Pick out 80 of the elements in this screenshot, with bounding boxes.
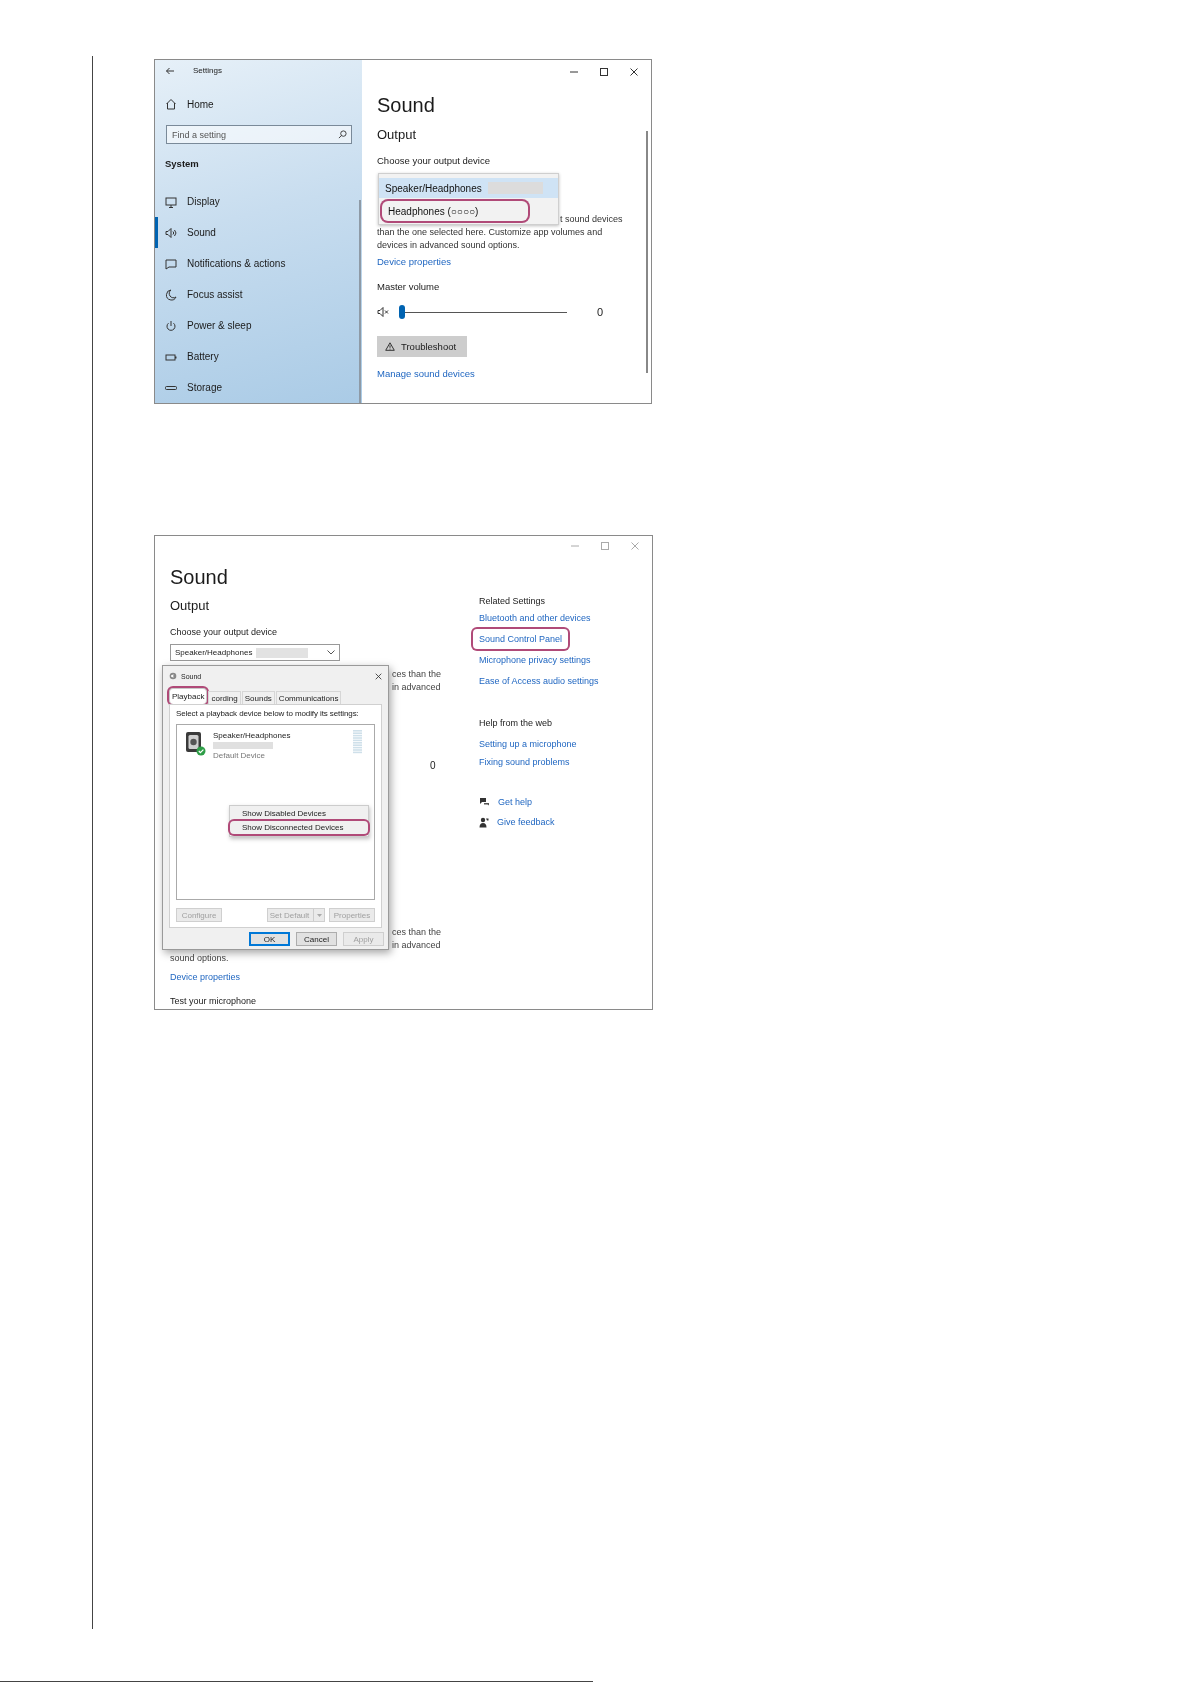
- close-icon[interactable]: [629, 67, 639, 77]
- moon-icon: [165, 288, 177, 301]
- tab[interactable]: cording: [208, 691, 241, 704]
- device-properties-link[interactable]: Device properties: [377, 255, 451, 269]
- tab[interactable]: Playback: [169, 688, 208, 704]
- volume-value: 0: [430, 759, 436, 772]
- settings-link[interactable]: Ease of Access audio settings: [479, 674, 599, 688]
- page-title: Sound: [170, 565, 228, 590]
- dropdown-option[interactable]: Headphones (○○○○): [382, 201, 528, 221]
- message-icon: [165, 257, 177, 270]
- field-label: Choose your output device: [377, 154, 491, 168]
- caret-icon: [317, 913, 323, 917]
- nav-item[interactable]: Battery: [155, 341, 362, 372]
- section-heading: Output: [170, 597, 210, 615]
- volume-value: 0: [597, 306, 604, 318]
- nav-item[interactable]: Notifications & actions: [155, 248, 362, 279]
- dropdown-option[interactable]: Speaker/Headphones: [379, 178, 558, 198]
- monitor-icon: [165, 195, 177, 208]
- home-icon: [165, 98, 177, 111]
- troubleshoot-button[interactable]: Troubleshoot: [377, 336, 467, 357]
- device-properties-link[interactable]: Device properties: [170, 970, 241, 984]
- tab[interactable]: Communications: [275, 691, 342, 704]
- redaction-bar: [213, 742, 273, 749]
- person-icon: [479, 816, 489, 828]
- muted-speaker-icon[interactable]: [377, 306, 389, 318]
- dialog-button[interactable]: Cancel: [296, 932, 337, 946]
- manage-devices-link[interactable]: Manage sound devices: [377, 367, 475, 381]
- description-text: devices in advanced sound options.: [377, 239, 520, 252]
- window-title: Settings: [193, 66, 222, 76]
- device-item[interactable]: Speaker/Headphones Default Device: [177, 725, 374, 766]
- help-link[interactable]: Get help: [498, 795, 533, 809]
- section-heading: System: [164, 157, 199, 171]
- description-text: t sound devices: [560, 213, 623, 226]
- description-text: ces than the: [392, 926, 442, 939]
- section-heading: Related Settings: [479, 595, 546, 608]
- description-text: in advanced: [392, 680, 441, 694]
- scrollbar[interactable]: [646, 131, 648, 373]
- tab[interactable]: Sounds: [241, 691, 275, 704]
- help-link[interactable]: Setting up a microphone: [479, 737, 577, 751]
- chat-icon: [479, 797, 490, 807]
- settings-link[interactable]: Sound Control Panel: [473, 629, 569, 649]
- close-icon[interactable]: [375, 672, 382, 680]
- description-text: in advanced: [392, 939, 441, 952]
- settings-link[interactable]: Bluetooth and other devices: [479, 611, 591, 625]
- menu-item[interactable]: Show Disconnected Devices: [230, 821, 368, 834]
- search-field[interactable]: Find a setting: [166, 125, 352, 144]
- warning-icon: [385, 342, 395, 351]
- field-label: Choose your output device: [170, 626, 278, 639]
- nav-item[interactable]: Display: [155, 186, 362, 217]
- chevron-down-icon: [327, 650, 335, 655]
- dialog-button[interactable]: OK: [249, 932, 290, 946]
- slider-thumb[interactable]: [399, 305, 405, 319]
- nav-item[interactable]: Power & sleep: [155, 310, 362, 341]
- field-label: Master volume: [377, 280, 440, 294]
- nav-item[interactable]: Focus assist: [155, 279, 362, 310]
- device-name: Speaker/Headphones: [213, 731, 291, 740]
- search-icon: [338, 130, 347, 139]
- level-meter-icon: [353, 730, 362, 754]
- back-arrow-icon[interactable]: [165, 66, 175, 75]
- settings-link[interactable]: Microphone privacy settings: [479, 653, 591, 667]
- description-text: than the one selected here. Customize app volumes and: [377, 226, 603, 239]
- scrollbar[interactable]: [359, 200, 361, 403]
- feedback-link[interactable]: Give feedback: [497, 815, 555, 829]
- description-text: ces than the: [392, 667, 442, 681]
- section-heading: Output: [377, 126, 417, 144]
- speaker-icon: [169, 672, 177, 680]
- help-link[interactable]: Fixing sound problems: [479, 755, 570, 769]
- power-icon: [165, 319, 177, 332]
- menu-item[interactable]: Show Disabled Devices: [230, 807, 368, 820]
- home-link[interactable]: Home: [155, 93, 362, 115]
- dropdown[interactable]: Speaker/Headphones: [170, 644, 340, 661]
- section-heading: Help from the web: [479, 717, 553, 730]
- device-status: Default Device: [213, 751, 266, 760]
- section-heading: Test your microphone: [170, 995, 257, 1008]
- page-title: Sound: [377, 93, 435, 118]
- description-text: sound options.: [170, 952, 229, 965]
- speaker-icon: [165, 226, 177, 239]
- instruction-text: Select a playback device below to modify its settings:: [176, 709, 360, 719]
- nav-item[interactable]: Storage: [155, 372, 362, 403]
- maximize-icon[interactable]: [599, 67, 609, 77]
